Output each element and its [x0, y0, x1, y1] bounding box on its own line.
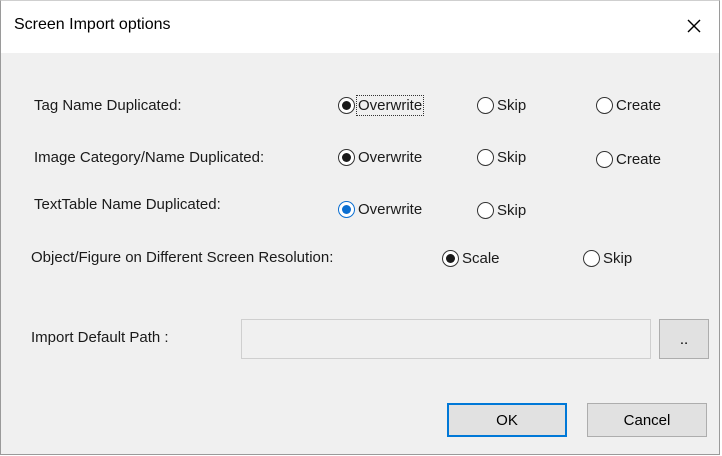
radio-label: Overwrite — [358, 201, 423, 218]
resolution-label: Object/Figure on Different Screen Resolu… — [31, 249, 334, 266]
radio-label: Skip — [497, 97, 527, 114]
radio-circle — [338, 149, 355, 166]
tag-name-label: Tag Name Duplicated: — [34, 97, 182, 114]
close-button[interactable] — [679, 11, 709, 41]
close-icon — [687, 19, 701, 33]
cancel-button[interactable]: Cancel — [587, 403, 707, 437]
image-category-label: Image Category/Name Duplicated: — [34, 149, 265, 166]
radio-circle — [442, 250, 459, 267]
radio-label: Create — [616, 151, 662, 168]
radio-label: Skip — [603, 250, 633, 267]
texttable-label: TextTable Name Duplicated: — [34, 196, 221, 213]
title-bar: Screen Import options — [1, 1, 719, 53]
radio-circle — [596, 97, 613, 114]
image-category-skip-radio[interactable]: Skip — [477, 149, 526, 166]
tag-name-create-radio[interactable]: Create — [596, 97, 661, 114]
texttable-skip-radio[interactable]: Skip — [477, 202, 526, 219]
resolution-skip-radio[interactable]: Skip — [583, 250, 632, 267]
import-path-field[interactable] — [241, 319, 651, 359]
dialog-window: Screen Import options Tag Name Duplicate… — [0, 0, 720, 455]
resolution-scale-radio[interactable]: Scale — [442, 250, 500, 267]
radio-circle — [596, 151, 613, 168]
image-category-overwrite-radio[interactable]: Overwrite — [338, 149, 422, 166]
radio-label: Overwrite — [355, 95, 425, 116]
tag-name-skip-radio[interactable]: Skip — [477, 97, 526, 114]
radio-circle — [583, 250, 600, 267]
import-path-label: Import Default Path : — [31, 329, 169, 346]
browse-button[interactable]: .. — [659, 319, 709, 359]
radio-circle — [338, 97, 355, 114]
radio-label: Scale — [462, 250, 500, 267]
image-category-create-radio[interactable]: Create — [596, 151, 661, 168]
texttable-overwrite-radio[interactable]: Overwrite — [338, 201, 422, 218]
radio-label: Skip — [497, 202, 527, 219]
radio-circle — [477, 202, 494, 219]
radio-label: Overwrite — [358, 149, 423, 166]
radio-label: Create — [616, 97, 662, 114]
ok-button[interactable]: OK — [447, 403, 567, 437]
dialog-title: Screen Import options — [14, 16, 171, 33]
tag-name-overwrite-radio[interactable]: Overwrite — [338, 95, 425, 116]
radio-label: Skip — [497, 149, 527, 166]
radio-circle — [477, 97, 494, 114]
radio-circle — [477, 149, 494, 166]
dialog-body: Tag Name Duplicated: Overwrite Skip Crea… — [1, 53, 719, 456]
radio-circle — [338, 201, 355, 218]
